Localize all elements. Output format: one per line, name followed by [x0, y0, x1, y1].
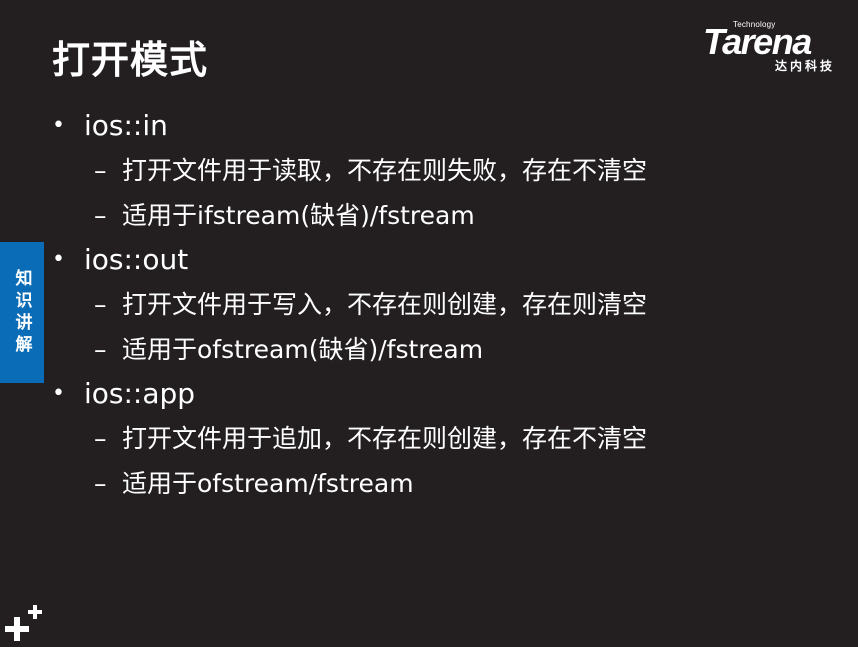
bullet-label: ios::app: [84, 377, 196, 410]
dash-marker: –: [94, 469, 107, 498]
bullet-label: ios::out: [84, 243, 189, 276]
sub-item: – 打开文件用于追加，不存在则创建，存在不清空: [52, 416, 832, 461]
logo-name: Tarena: [703, 21, 812, 62]
sub-item: – 打开文件用于读取，不存在则失败，存在不清空: [52, 148, 832, 193]
sub-item-text: 适用于ofstream/fstream: [122, 469, 414, 498]
dash-marker: –: [94, 424, 107, 453]
sub-item: – 适用于ifstream(缺省)/fstream: [52, 193, 832, 238]
bullet-dot: •: [52, 113, 65, 138]
sub-item-text: 打开文件用于追加，不存在则创建，存在不清空: [122, 424, 648, 453]
dash-marker: –: [94, 201, 107, 230]
dash-marker: –: [94, 156, 107, 185]
bullet-item-ios-in: • ios::in: [52, 104, 832, 148]
side-tab-label: 知识讲解: [11, 268, 32, 357]
sub-item-text: 适用于ofstream(缺省)/fstream: [122, 335, 484, 364]
bullet-list: • ios::in – 打开文件用于读取，不存在则失败，存在不清空 – 适用于i…: [52, 104, 832, 506]
dash-marker: –: [94, 335, 107, 364]
logo-name-cn: 达内科技: [775, 59, 836, 73]
sub-item: – 适用于ofstream/fstream: [52, 461, 832, 506]
slide-title: 打开模式: [52, 38, 209, 82]
sub-item: – 适用于ofstream(缺省)/fstream: [52, 327, 832, 372]
sub-item-text: 适用于ifstream(缺省)/fstream: [122, 201, 475, 230]
bullet-item-ios-out: • ios::out: [52, 238, 832, 282]
side-tab: 知识讲解: [0, 242, 44, 383]
sub-item: – 打开文件用于写入，不存在则创建，存在则清空: [52, 282, 832, 327]
plus-icon: [5, 605, 42, 641]
sub-item-text: 打开文件用于读取，不存在则失败，存在不清空: [122, 156, 648, 185]
bullet-item-ios-app: • ios::app: [52, 372, 832, 416]
dash-marker: –: [94, 290, 107, 319]
tarena-logo: Technology Tarena 达内科技: [703, 20, 853, 76]
bullet-dot: •: [52, 247, 65, 272]
bullet-label: ios::in: [84, 109, 168, 142]
bullet-dot: •: [52, 381, 65, 406]
sub-item-text: 打开文件用于写入，不存在则创建，存在则清空: [122, 290, 648, 319]
